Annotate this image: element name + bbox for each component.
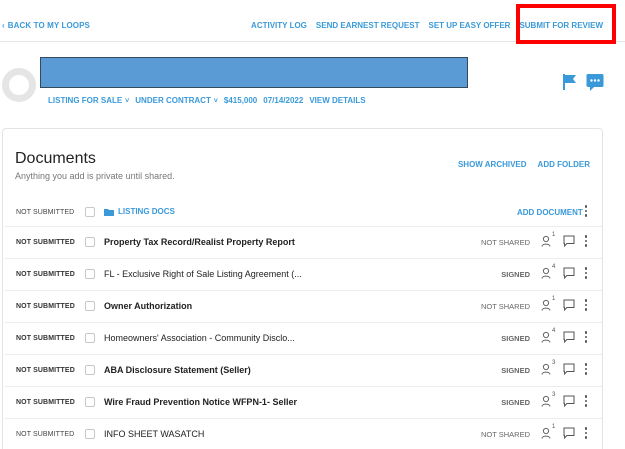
listing-type-dropdown[interactable]: LISTING FOR SALE ˅: [48, 96, 129, 105]
document-row[interactable]: NOT SUBMITTED ABA Disclosure Statement (…: [5, 354, 602, 386]
share-status: SIGNED: [501, 270, 530, 279]
document-status: NOT SUBMITTED: [16, 367, 75, 374]
kebab-icon[interactable]: [583, 299, 589, 311]
people-count: 1: [552, 296, 556, 302]
share-status: SIGNED: [501, 334, 530, 343]
people-count: 4: [552, 264, 556, 270]
share-status: SIGNED: [501, 398, 530, 407]
people-icon[interactable]: 4: [541, 328, 556, 348]
document-name[interactable]: FL - Exclusive Right of Sale Listing Agr…: [104, 269, 302, 279]
view-details-link[interactable]: VIEW DETAILS: [309, 96, 365, 105]
document-name[interactable]: ABA Disclosure Statement (Seller): [104, 365, 251, 375]
document-status: NOT SUBMITTED: [16, 303, 75, 310]
comment-icon[interactable]: [563, 299, 575, 311]
activity-log-link[interactable]: ACTIVITY LOG: [251, 21, 307, 30]
back-to-loops-link[interactable]: ‹ BACK TO MY LOOPS: [2, 21, 90, 30]
people-count: 3: [552, 392, 556, 398]
document-checkbox[interactable]: [85, 301, 95, 311]
document-checkbox[interactable]: [85, 333, 95, 343]
add-document-link[interactable]: ADD DOCUMENT: [517, 208, 583, 217]
loop-title-redacted: [40, 57, 468, 88]
loop-meta: LISTING FOR SALE ˅ UNDER CONTRACT ˅ $415…: [48, 96, 366, 105]
back-link-label: BACK TO MY LOOPS: [7, 21, 90, 30]
document-row[interactable]: NOT SUBMITTED Homeowners' Association - …: [5, 322, 602, 354]
kebab-icon[interactable]: [583, 363, 589, 375]
documents-card: Documents Anything you add is private un…: [2, 128, 603, 449]
document-checkbox[interactable]: [85, 237, 95, 247]
kebab-icon[interactable]: [583, 395, 589, 407]
folder-status: NOT SUBMITTED: [16, 209, 75, 216]
document-name[interactable]: Homeowners' Association - Community Disc…: [104, 333, 295, 343]
people-icon[interactable]: 1: [541, 424, 556, 444]
share-status: NOT SHARED: [480, 238, 530, 247]
document-checkbox[interactable]: [85, 429, 95, 439]
avatar: [2, 68, 36, 102]
highlight-box: [516, 4, 616, 44]
document-row[interactable]: NOT SUBMITTED Property Tax Record/Realis…: [5, 226, 602, 258]
people-icon[interactable]: 3: [541, 392, 556, 412]
comment-icon[interactable]: [563, 235, 575, 247]
date: 07/14/2022: [263, 96, 304, 105]
comment-icon[interactable]: [563, 427, 575, 439]
document-row[interactable]: NOT SUBMITTED FL - Exclusive Right of Sa…: [5, 258, 602, 290]
people-count: 1: [552, 232, 556, 238]
people-count: 4: [552, 328, 556, 334]
chevron-down-icon: ˅: [211, 98, 218, 105]
document-status: NOT SUBMITTED: [16, 239, 75, 246]
folder-checkbox[interactable]: [85, 207, 95, 217]
chevron-left-icon: ‹: [2, 21, 5, 30]
people-count: 1: [552, 424, 556, 430]
kebab-icon[interactable]: [583, 427, 589, 439]
share-status: NOT SHARED: [480, 430, 530, 439]
document-name[interactable]: INFO SHEET WASATCH: [104, 429, 204, 439]
folder-icon: [104, 208, 114, 216]
status-dropdown[interactable]: UNDER CONTRACT ˅: [135, 96, 218, 105]
card-actions: SHOW ARCHIVED ADD FOLDER: [458, 160, 590, 169]
document-checkbox[interactable]: [85, 397, 95, 407]
documents-subtitle: Anything you add is private until shared…: [15, 171, 175, 181]
send-earnest-request-link[interactable]: SEND EARNEST REQUEST: [316, 21, 420, 30]
document-name[interactable]: Owner Authorization: [104, 301, 192, 311]
kebab-icon[interactable]: [583, 205, 589, 217]
folder-name[interactable]: LISTING DOCS: [104, 207, 175, 216]
price: $415,000: [223, 96, 258, 105]
kebab-icon[interactable]: [583, 331, 589, 343]
share-status: NOT SHARED: [480, 302, 530, 311]
comment-icon[interactable]: [563, 363, 575, 375]
comment-icon[interactable]: [563, 331, 575, 343]
document-row[interactable]: NOT SUBMITTED Owner Authorization NOT SH…: [5, 290, 602, 322]
document-status: NOT SUBMITTED: [16, 335, 75, 342]
documents-title: Documents: [15, 150, 96, 167]
document-row[interactable]: NOT SUBMITTED INFO SHEET WASATCH NOT SHA…: [5, 418, 602, 449]
kebab-icon[interactable]: [583, 267, 589, 279]
people-icon[interactable]: 1: [541, 296, 556, 316]
kebab-icon[interactable]: [583, 235, 589, 247]
chat-icon[interactable]: [586, 73, 604, 93]
set-up-easy-offer-link[interactable]: SET UP EASY OFFER: [428, 21, 510, 30]
show-archived-link[interactable]: SHOW ARCHIVED: [458, 160, 527, 169]
document-name[interactable]: Property Tax Record/Realist Property Rep…: [104, 237, 295, 247]
document-checkbox[interactable]: [85, 365, 95, 375]
people-icon[interactable]: 1: [541, 232, 556, 252]
document-checkbox[interactable]: [85, 269, 95, 279]
people-icon[interactable]: 3: [541, 360, 556, 380]
document-status: NOT SUBMITTED: [16, 431, 75, 438]
flag-icon[interactable]: [562, 73, 578, 91]
add-folder-link[interactable]: ADD FOLDER: [538, 160, 590, 169]
comment-icon[interactable]: [563, 267, 575, 279]
folder-row[interactable]: NOT SUBMITTED LISTING DOCS ADD DOCUMENT: [5, 197, 602, 229]
document-status: NOT SUBMITTED: [16, 271, 75, 278]
document-row[interactable]: NOT SUBMITTED Wire Fraud Prevention Noti…: [5, 386, 602, 418]
share-status: SIGNED: [501, 366, 530, 375]
people-icon[interactable]: 4: [541, 264, 556, 284]
document-status: NOT SUBMITTED: [16, 399, 75, 406]
chevron-down-icon: ˅: [123, 98, 130, 105]
document-name[interactable]: Wire Fraud Prevention Notice WFPN-1- Sel…: [104, 397, 297, 407]
comment-icon[interactable]: [563, 395, 575, 407]
people-count: 3: [552, 360, 556, 366]
